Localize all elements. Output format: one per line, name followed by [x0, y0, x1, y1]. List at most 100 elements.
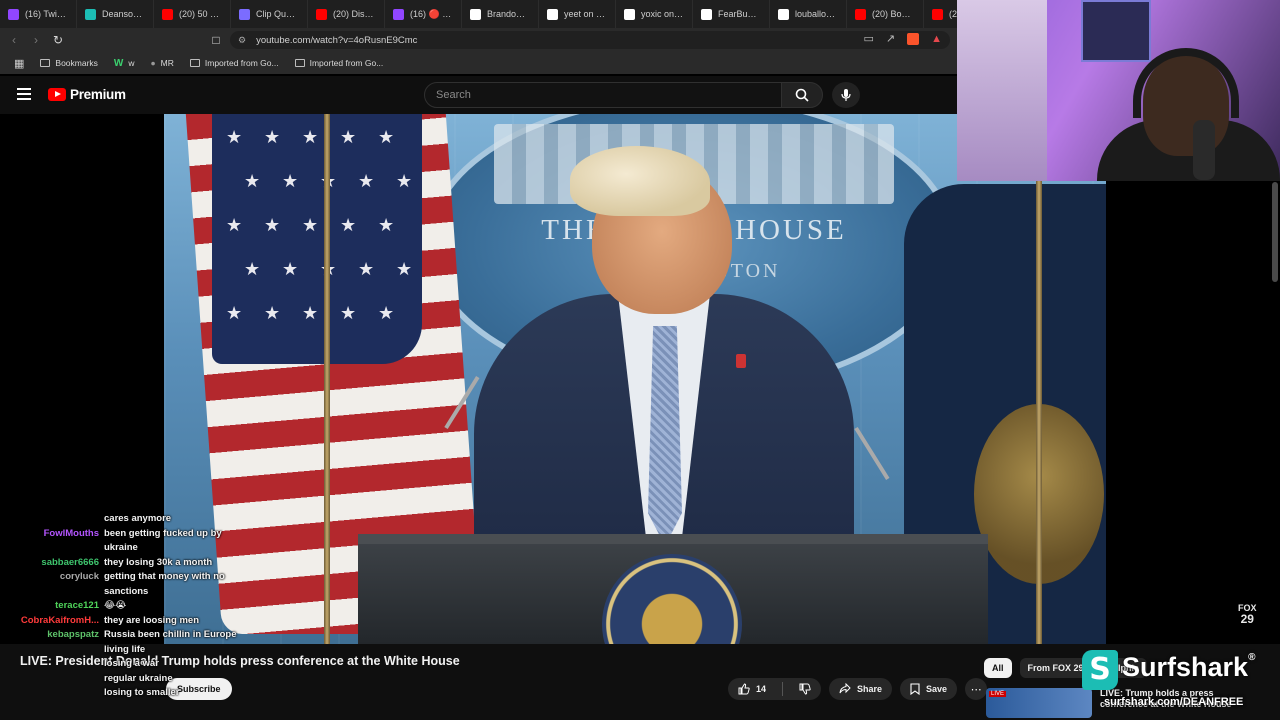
search-icon [795, 88, 809, 102]
more-options-icon[interactable]: ⋯ [965, 678, 988, 700]
chat-text: been getting fucked up by ukraine [104, 527, 222, 554]
chat-text: Russia been chillin in Europe living lif… [104, 629, 237, 655]
share-button[interactable]: Share [829, 678, 893, 700]
chat-username[interactable]: terace121 [14, 599, 104, 614]
browser-tab[interactable]: louballout o [770, 0, 847, 28]
chat-message: losing to smaller [14, 686, 274, 701]
chat-text: regular ukraine [104, 672, 173, 684]
browser-tab[interactable]: Deansocool [77, 0, 154, 28]
save-button[interactable]: Save [900, 678, 958, 700]
flag-star: ★ [264, 303, 281, 323]
chat-message: losing a war [14, 657, 274, 672]
flag-star: ★ [396, 259, 413, 279]
search-box [424, 82, 782, 108]
search-input[interactable] [436, 89, 781, 101]
tab-label: yoxic on X: [641, 9, 684, 19]
browser-tab[interactable]: (20) Bodycar [847, 0, 924, 28]
thumbs-down-icon [799, 683, 811, 695]
video-frame: THE WHITE HOUSE WASHINGTON ★★★★★★★★★★★★★… [164, 114, 1106, 644]
share-page-icon[interactable]: ↗ [886, 32, 895, 45]
webcam-overlay [957, 0, 1280, 181]
bookmark-w[interactable]: Ww [106, 58, 143, 69]
related-thumbnail[interactable] [986, 688, 1092, 718]
flag-star: ★ [226, 303, 243, 323]
chat-text: 😂😭 [104, 600, 127, 611]
tab-favicon-icon [624, 8, 635, 20]
tab-label: FearBuck on [718, 9, 761, 19]
browser-tab[interactable]: Clip Queue [231, 0, 308, 28]
screen: (16) Twitch Deansocool (20) 50 Stre Clip Qu… [0, 0, 1280, 720]
tab-label: (20) Bodycar [872, 9, 915, 19]
bookmark-imported-1[interactable]: Imported from Go... [182, 58, 287, 68]
chip-all[interactable]: All [984, 658, 1012, 678]
brave-shield-icon[interactable] [907, 32, 920, 45]
chat-message: kebapspatz Russia been chillin in Europe … [14, 628, 274, 657]
browser-tab[interactable]: (16) 🔴 LOS [385, 0, 462, 28]
forward-icon[interactable]: › [25, 29, 47, 51]
url-field[interactable]: ⚙ youtube.com/watch?v=4oRusnE9Cmc ▭ ↗ ▲ [230, 31, 950, 49]
sponsor-overlay: S Surfshark® surfshark.com/DEANFREE [1080, 650, 1270, 714]
chat-username[interactable] [14, 512, 104, 527]
browser-tab[interactable]: FearBuck on [693, 0, 770, 28]
chat-username[interactable]: CobraKaifromH... [14, 614, 104, 629]
dislike-button[interactable] [789, 678, 821, 700]
stream-chat-overlay: cares anymore FowlMouths been getting fuck… [14, 512, 274, 720]
reload-icon[interactable]: ↻ [47, 29, 69, 51]
tab-favicon-icon [701, 8, 712, 20]
youtube-premium-logo[interactable]: Premium [48, 87, 126, 102]
apps-grid-icon[interactable]: ▦ [6, 57, 32, 70]
flag-star: ★ [264, 127, 281, 147]
back-icon[interactable]: ‹ [3, 29, 25, 51]
youtube-play-icon [48, 88, 66, 101]
cast-icon[interactable]: ▭ [863, 32, 873, 45]
microphone-icon [841, 89, 851, 101]
chat-text: losing to smaller [104, 687, 180, 698]
tab-label: Brandon Tat [487, 9, 530, 19]
tab-label: Deansocool [102, 9, 145, 19]
tab-favicon-icon [547, 8, 558, 20]
chat-username[interactable] [14, 657, 104, 672]
tab-label: louballout o [795, 9, 838, 19]
sponsor-brand: Surfshark® [1122, 652, 1256, 682]
bookmark-bookmarks[interactable]: Bookmarks [32, 58, 106, 68]
browser-tab[interactable]: yoxic on X: [616, 0, 693, 28]
like-count: 14 [756, 684, 767, 694]
page-scrollbar[interactable] [1272, 182, 1278, 282]
w-icon: W [113, 57, 124, 69]
share-label: Share [857, 684, 883, 694]
menu-icon[interactable] [17, 88, 31, 100]
chat-username[interactable] [14, 686, 104, 701]
share-icon [839, 683, 851, 694]
surfshark-logo-icon: S [1082, 650, 1118, 690]
chat-username[interactable]: coryluck [14, 570, 104, 599]
sponsor-url: surfshark.com/DEANFREE [1104, 696, 1244, 708]
bookmark-imported-2[interactable]: Imported from Go... [287, 58, 392, 68]
bookmark-mr[interactable]: ● MR [143, 58, 182, 68]
chat-username[interactable]: sabbaer6666 [14, 556, 104, 571]
rewards-icon[interactable]: ▲ [931, 33, 942, 45]
tab-label: (20) Discord [333, 9, 376, 19]
flag-star: ★ [340, 215, 357, 235]
chat-username[interactable] [14, 672, 104, 687]
chat-message: regular ukraine [14, 672, 274, 687]
chat-username[interactable]: FowlMouths [14, 527, 104, 556]
bookmark-icon [40, 59, 51, 67]
like-button[interactable]: 14 [728, 678, 776, 700]
site-info-icon[interactable]: ⚙ [238, 35, 246, 46]
browser-tab[interactable]: Brandon Tat [462, 0, 539, 28]
browser-tab[interactable]: yeet on X: " [539, 0, 616, 28]
save-label: Save [926, 684, 948, 694]
flag-star: ★ [396, 171, 413, 191]
chat-message: terace121 😂😭 [14, 599, 274, 614]
chat-text: they losing 30k a month [104, 556, 213, 568]
chat-username[interactable]: kebapspatz [14, 628, 104, 657]
tab-label: (16) 🔴 LOS [410, 8, 453, 19]
browser-tab[interactable]: (20) 50 Stre [154, 0, 231, 28]
flag-star: ★ [244, 259, 261, 279]
bookmark-page-icon[interactable]: □ [205, 29, 227, 51]
browser-tab[interactable]: (16) Twitch [0, 0, 77, 28]
browser-tab[interactable]: (20) Discord [308, 0, 385, 28]
search-button[interactable] [781, 82, 823, 108]
chat-message: CobraKaifromH... they are loosing men [14, 614, 274, 629]
voice-search-button[interactable] [832, 82, 860, 108]
